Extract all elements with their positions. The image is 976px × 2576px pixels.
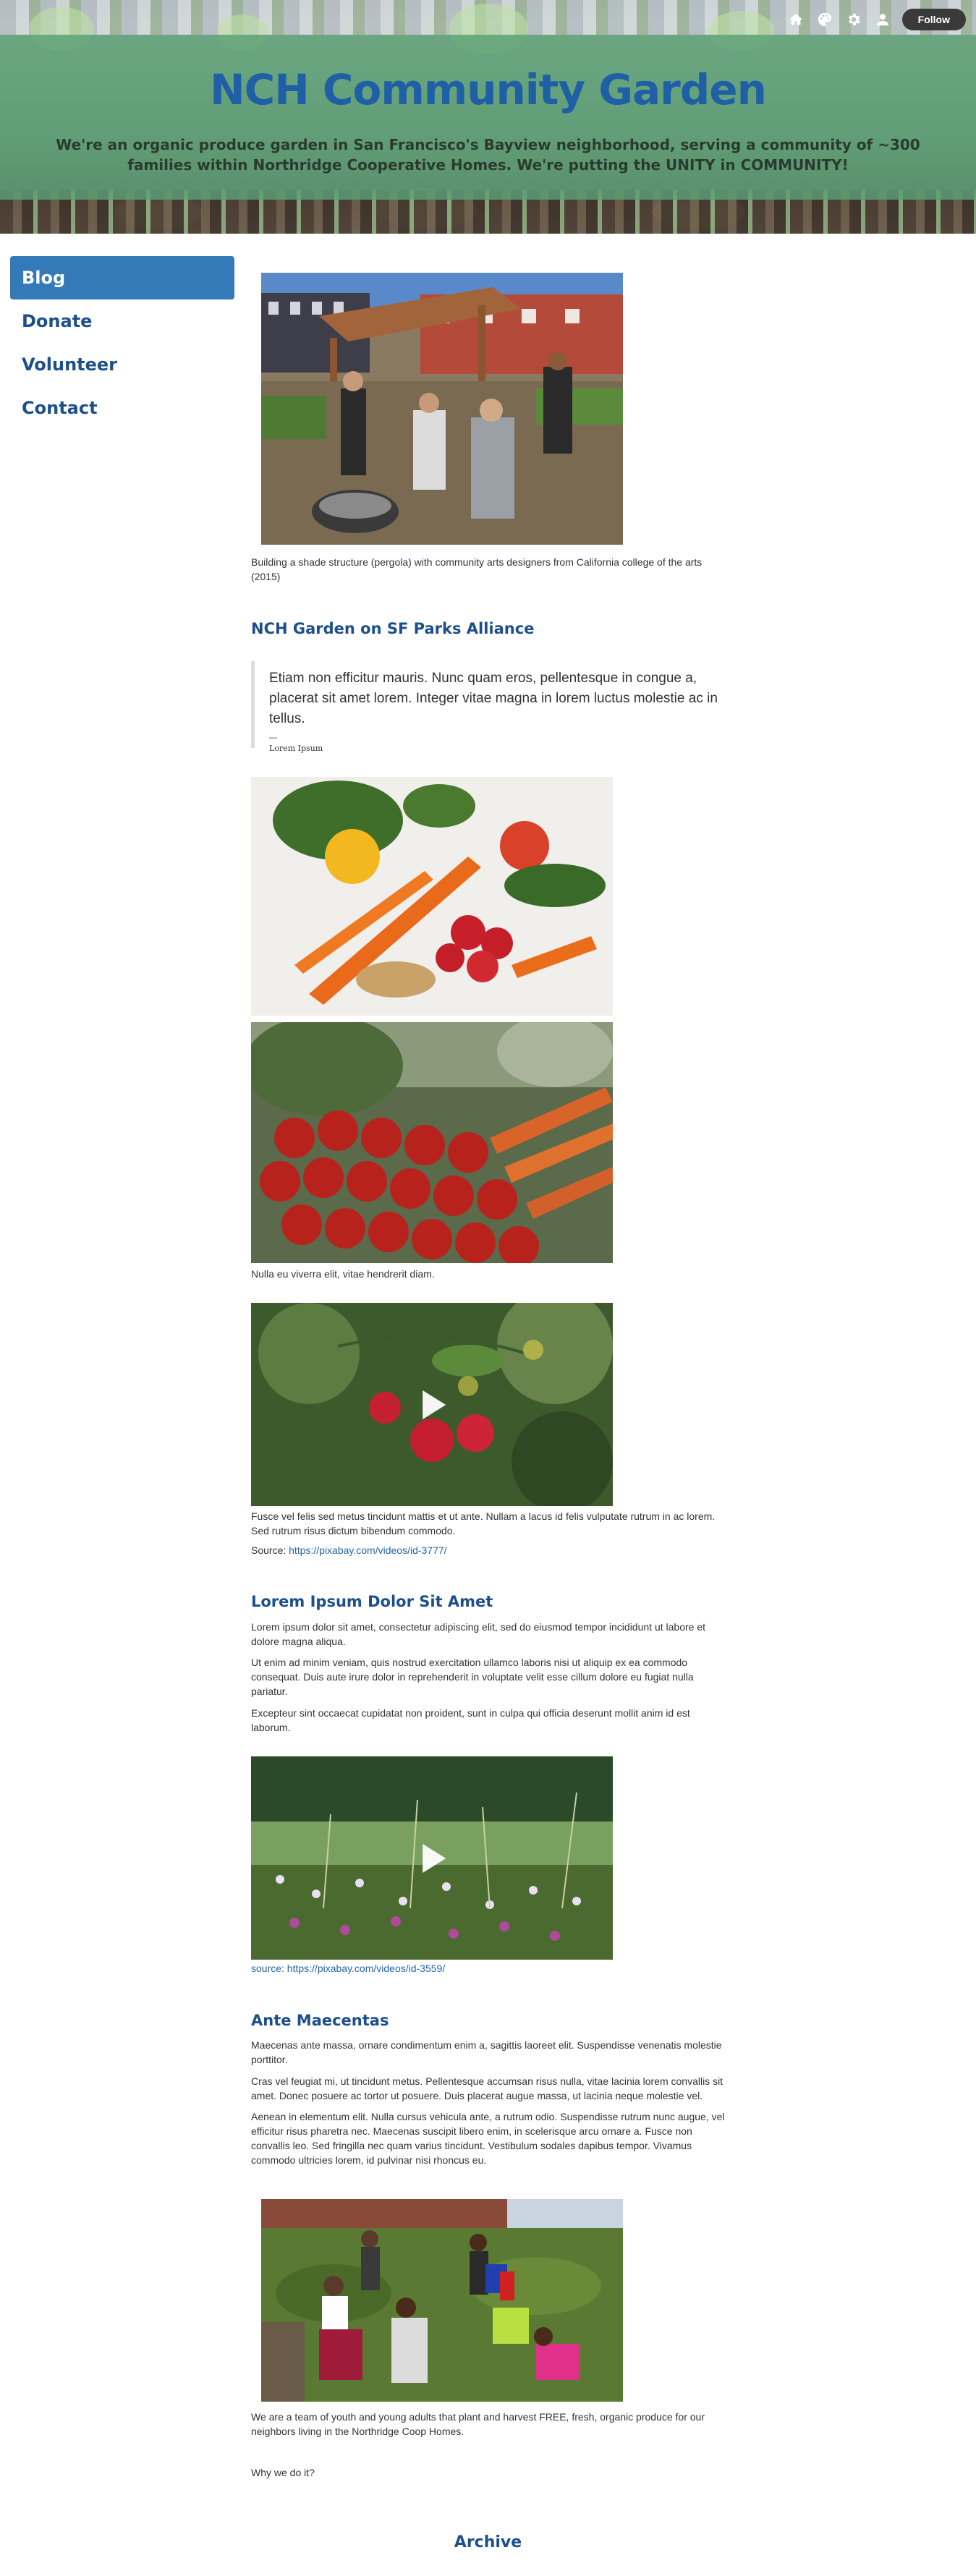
post-source: source: https://pixabay.com/videos/id-35…	[251, 1961, 729, 1976]
quote-dash: —	[269, 734, 277, 742]
quote-text: Etiam non efficitur mauris. Nunc quam er…	[269, 671, 718, 726]
play-icon[interactable]	[423, 1843, 446, 1873]
home-icon[interactable]	[786, 10, 805, 29]
youth-gardening-photo[interactable]	[261, 2199, 623, 2402]
post-caption: Building a shade structure (pergola) wit…	[251, 556, 703, 582]
post-paragraph: Cras vel feugiat mi, ut tincidunt metus.…	[251, 2075, 723, 2101]
nav-item-blog[interactable]: Blog	[10, 256, 234, 299]
site-description: We're an organic produce garden in San F…	[56, 136, 920, 174]
post-paragraph: Lorem ipsum dolor sit amet, consectetur …	[251, 1621, 705, 1647]
top-toolbar: Follow	[786, 9, 966, 30]
header-banner: NCH Community Garden We're an organic pr…	[0, 0, 976, 234]
post-title[interactable]: Ante Maecentas	[251, 2012, 729, 2029]
post-title[interactable]: Lorem Ipsum Dolor Sit Amet	[251, 1593, 729, 1610]
vegetables-photo[interactable]	[251, 777, 613, 1016]
post-text: Fusce vel felis sed metus tincidunt matt…	[251, 1510, 716, 1536]
post-caption: Nulla eu viverra elit, vitae hendrerit d…	[251, 1268, 435, 1280]
post-paragraph: Maecenas ante massa, ornare condimentum …	[251, 2039, 722, 2065]
source-link[interactable]: source: https://pixabay.com/videos/id-35…	[251, 1963, 445, 1974]
pergola-photo[interactable]	[261, 273, 623, 545]
sidebar-nav: Blog Donate Volunteer Contact	[10, 256, 234, 430]
post-text: Why we do it?	[251, 2467, 315, 2478]
follow-button[interactable]: Follow	[901, 9, 966, 30]
nav-item-volunteer[interactable]: Volunteer	[10, 343, 234, 386]
post-source: Source: https://pixabay.com/videos/id-37…	[251, 1543, 729, 1557]
wildflower-video[interactable]	[251, 1756, 613, 1960]
blockquote: Etiam non efficitur mauris. Nunc quam er…	[251, 661, 729, 753]
post-paragraph: Ut enim ad minim veniam, quis nostrud ex…	[251, 1657, 694, 1697]
nav-item-contact[interactable]: Contact	[10, 386, 234, 430]
source-label: Source:	[251, 1544, 289, 1556]
person-icon[interactable]	[873, 10, 892, 29]
post-paragraph: Excepteur sint occaecat cupidatat non pr…	[251, 1707, 690, 1733]
gear-icon[interactable]	[844, 10, 863, 29]
tomatoes-photo[interactable]	[251, 1022, 613, 1263]
post-paragraph: Aenean in elementum elit. Nulla cursus v…	[251, 2111, 725, 2166]
post-caption: We are a team of youth and young adults …	[251, 2411, 705, 2437]
nav-item-donate[interactable]: Donate	[10, 299, 234, 343]
quote-cite: Lorem Ipsum	[269, 744, 323, 753]
palette-icon[interactable]	[815, 10, 834, 29]
archive-heading[interactable]: Archive	[0, 2533, 976, 2551]
play-icon[interactable]	[423, 1390, 446, 1419]
post-title[interactable]: NCH Garden on SF Parks Alliance	[251, 620, 729, 637]
site-title[interactable]: NCH Community Garden	[0, 65, 976, 114]
source-link[interactable]: https://pixabay.com/videos/id-3777/	[289, 1544, 446, 1556]
raspberry-video[interactable]	[251, 1303, 613, 1506]
